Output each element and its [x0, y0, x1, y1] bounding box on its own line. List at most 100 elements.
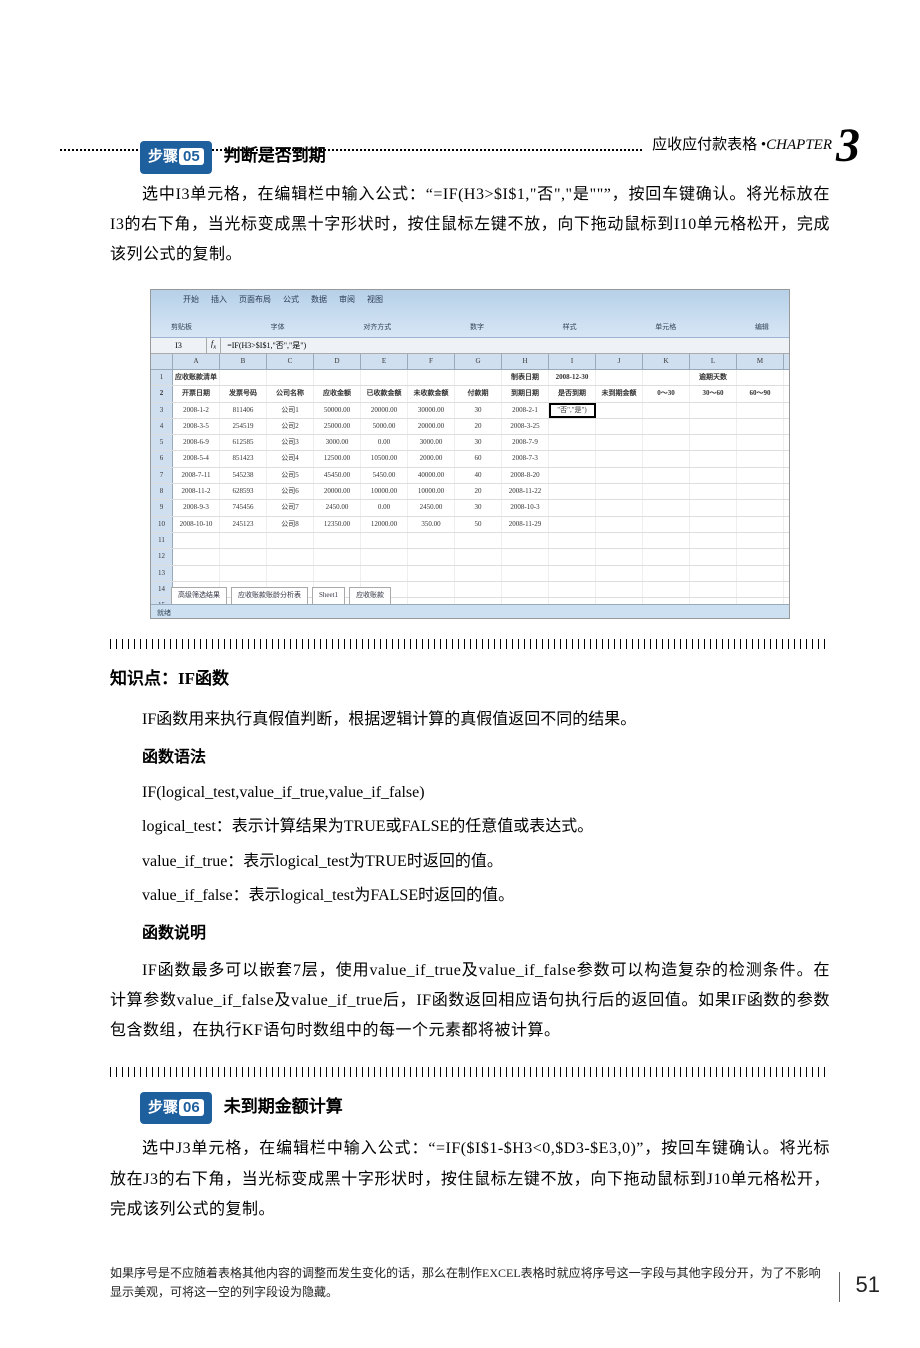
- cell[interactable]: 2008-6-9: [173, 435, 220, 450]
- cell[interactable]: 公司6: [267, 484, 314, 499]
- cell[interactable]: [643, 549, 690, 564]
- row-number[interactable]: 2: [151, 386, 173, 401]
- table-row[interactable]: 42008-3-5254519公司225000.005000.0020000.0…: [151, 419, 789, 435]
- cell[interactable]: [690, 549, 737, 564]
- cell[interactable]: [690, 451, 737, 466]
- ribbon-tab[interactable]: 页面布局: [239, 292, 271, 307]
- cell[interactable]: 30: [455, 435, 502, 450]
- name-box[interactable]: I3: [151, 338, 207, 353]
- cell[interactable]: 30: [455, 500, 502, 515]
- cell[interactable]: [596, 500, 643, 515]
- table-row[interactable]: 82008-11-2628593公司620000.0010000.0010000…: [151, 484, 789, 500]
- cell[interactable]: [643, 419, 690, 434]
- cell[interactable]: [737, 533, 784, 548]
- sheet-tab[interactable]: 高级筛选结果: [171, 587, 227, 603]
- table-row[interactable]: 32008-1-2811406公司150000.0020000.0030000.…: [151, 403, 789, 419]
- table-header-cell[interactable]: 60～90: [737, 386, 784, 401]
- cell[interactable]: [596, 468, 643, 483]
- cell[interactable]: 245123: [220, 517, 267, 532]
- ribbon-tab[interactable]: 视图: [367, 292, 383, 307]
- cell[interactable]: [596, 435, 643, 450]
- cell[interactable]: [267, 533, 314, 548]
- cell[interactable]: [361, 370, 408, 385]
- table-row[interactable]: 13: [151, 566, 789, 582]
- cell[interactable]: [596, 370, 643, 385]
- table-header-cell[interactable]: 0～30: [643, 386, 690, 401]
- cell[interactable]: [455, 370, 502, 385]
- cell[interactable]: [596, 403, 643, 418]
- cell[interactable]: [408, 370, 455, 385]
- row-number[interactable]: 5: [151, 435, 173, 450]
- cell[interactable]: 45450.00: [314, 468, 361, 483]
- cell[interactable]: [690, 500, 737, 515]
- cell[interactable]: [737, 517, 784, 532]
- col-header[interactable]: A: [173, 354, 220, 369]
- cell[interactable]: 10500.00: [361, 451, 408, 466]
- table-header-cell[interactable]: 未收款金额: [408, 386, 455, 401]
- cell[interactable]: [408, 582, 455, 597]
- cell[interactable]: 40: [455, 468, 502, 483]
- ribbon-tabs[interactable]: 开始插入页面布局公式数据审阅视图: [183, 292, 383, 307]
- cell[interactable]: 3000.00: [314, 435, 361, 450]
- cell[interactable]: [173, 566, 220, 581]
- cell[interactable]: [361, 533, 408, 548]
- cell[interactable]: [455, 566, 502, 581]
- spreadsheet-grid[interactable]: ABCDEFGHIJKLM 1应收账款清单制表日期2008-12-30逾期天数 …: [151, 354, 789, 619]
- cell[interactable]: 10000.00: [361, 484, 408, 499]
- cell[interactable]: [314, 566, 361, 581]
- table-header-cell[interactable]: 未到期金额: [596, 386, 643, 401]
- cell[interactable]: [737, 582, 784, 597]
- cell[interactable]: [549, 484, 596, 499]
- cell[interactable]: 2008-12-30: [549, 370, 596, 385]
- cell[interactable]: 2008-2-1: [502, 403, 549, 418]
- cell[interactable]: [455, 582, 502, 597]
- row-number[interactable]: 10: [151, 517, 173, 532]
- cell[interactable]: [549, 468, 596, 483]
- table-header-cell[interactable]: 付款期: [455, 386, 502, 401]
- cell[interactable]: [408, 533, 455, 548]
- cell[interactable]: 25000.00: [314, 419, 361, 434]
- table-row[interactable]: 52008-6-9612585公司33000.000.003000.003020…: [151, 435, 789, 451]
- row-number[interactable]: 11: [151, 533, 173, 548]
- cell[interactable]: [737, 370, 784, 385]
- cell[interactable]: 30000.00: [408, 403, 455, 418]
- cell[interactable]: [361, 549, 408, 564]
- fx-icon[interactable]: fx: [207, 336, 221, 354]
- cell[interactable]: [643, 484, 690, 499]
- cell[interactable]: [690, 582, 737, 597]
- col-header[interactable]: K: [643, 354, 690, 369]
- ribbon-tab[interactable]: 插入: [211, 292, 227, 307]
- column-headers[interactable]: ABCDEFGHIJKLM: [151, 354, 789, 370]
- cell[interactable]: [596, 566, 643, 581]
- cell[interactable]: 2008-7-3: [502, 451, 549, 466]
- col-header[interactable]: C: [267, 354, 314, 369]
- cell[interactable]: [737, 566, 784, 581]
- cell[interactable]: 545238: [220, 468, 267, 483]
- cell[interactable]: 2000.00: [408, 451, 455, 466]
- cell[interactable]: 2008-3-5: [173, 419, 220, 434]
- cell[interactable]: [408, 566, 455, 581]
- cell[interactable]: [690, 419, 737, 434]
- cell[interactable]: [502, 566, 549, 581]
- table-header-cell[interactable]: 发票号码: [220, 386, 267, 401]
- sheet-tabs[interactable]: 高级筛选结果应收账款账龄分析表Sheet1应收账款: [171, 587, 391, 603]
- col-header[interactable]: F: [408, 354, 455, 369]
- cell[interactable]: 2008-10-10: [173, 517, 220, 532]
- cell[interactable]: [643, 451, 690, 466]
- header-row[interactable]: 2开票日期发票号码公司名称应收金额已收款金额未收款金额付款期到期日期是否到期未到…: [151, 386, 789, 402]
- cell[interactable]: [643, 566, 690, 581]
- table-header-cell[interactable]: 已收款金额: [361, 386, 408, 401]
- table-header-cell[interactable]: 30～60: [690, 386, 737, 401]
- cell[interactable]: [314, 370, 361, 385]
- cell[interactable]: [549, 582, 596, 597]
- cell[interactable]: 应收账款清单: [173, 370, 220, 385]
- cell[interactable]: 公司4: [267, 451, 314, 466]
- cell[interactable]: 制表日期: [502, 370, 549, 385]
- cell[interactable]: [502, 582, 549, 597]
- table-header-cell[interactable]: 开票日期: [173, 386, 220, 401]
- col-header[interactable]: H: [502, 354, 549, 369]
- cell[interactable]: 20000.00: [314, 484, 361, 499]
- cell[interactable]: 2008-7-11: [173, 468, 220, 483]
- table-row[interactable]: 12: [151, 549, 789, 565]
- cell[interactable]: [737, 435, 784, 450]
